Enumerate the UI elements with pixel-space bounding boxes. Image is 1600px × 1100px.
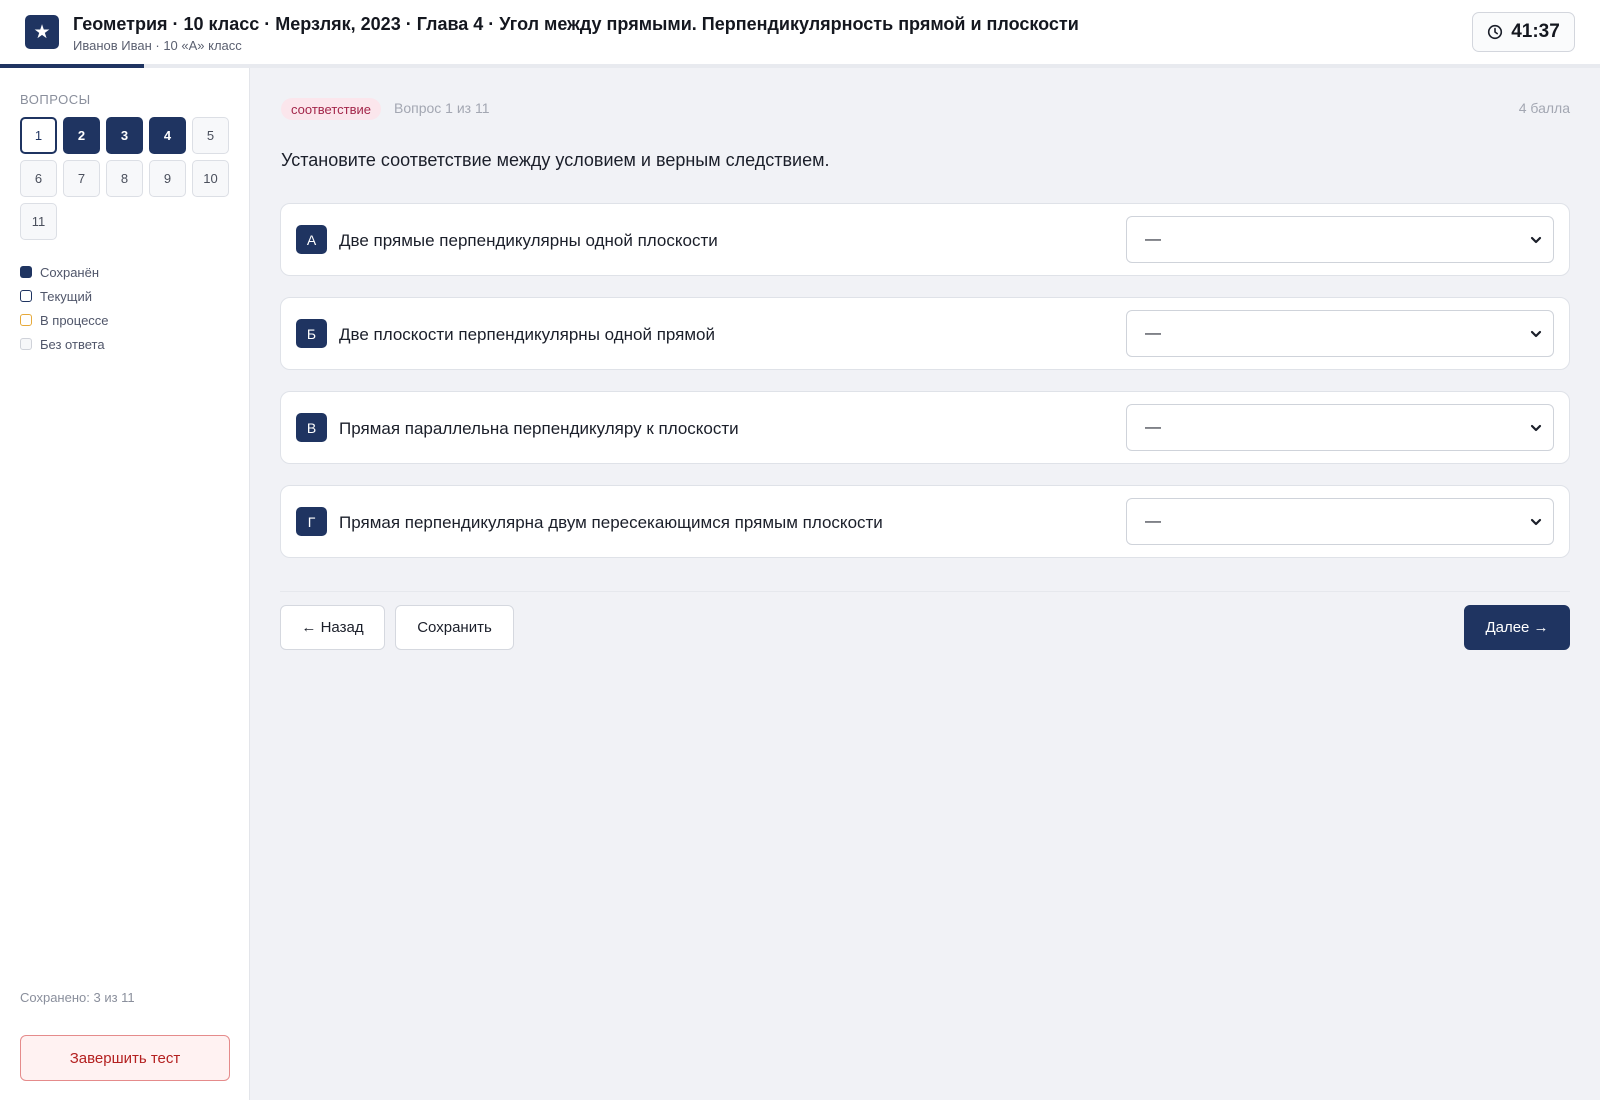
row-letter-badge: А [296,225,327,254]
legend-label: Без ответа [40,336,105,352]
question-nav-10[interactable]: 10 [192,160,229,197]
legend-swatch-empty [20,338,32,350]
row-condition-text: Две прямые перпендикулярны одной плоскос… [339,231,718,250]
legend-item-saved: Сохранён [20,260,109,284]
select-value: — [1145,324,1161,342]
next-button[interactable]: Далее → [1464,605,1570,650]
question-nav-9[interactable]: 9 [149,160,186,197]
legend-item-current: Текущий [20,284,109,308]
question-nav-2[interactable]: 2 [63,117,100,154]
question-panel: соответствие Вопрос 1 из 11 4 балла Уста… [250,68,1600,1100]
matching-list: А Две прямые перпендикулярны одной плоско… [280,203,1570,579]
chevron-down-icon [1530,518,1542,525]
legend-swatch-progress [20,314,32,326]
answer-select[interactable]: — [1126,216,1554,263]
question-nav-7[interactable]: 7 [63,160,100,197]
row-condition-text: Прямая параллельна перпендикуляру к плос… [339,419,739,438]
question-nav-4[interactable]: 4 [149,117,186,154]
row-letter-badge: Б [296,319,327,348]
legend-label: Сохранён [40,264,100,280]
questions-heading: Вопросы [20,92,91,107]
sidebar: Вопросы 1 2 3 4 5 6 7 8 9 10 11 Сохранён Текущий В п… [0,68,250,1100]
finish-test-button[interactable]: Завершить тест [20,1035,230,1081]
question-nav-11[interactable]: 11 [20,203,57,240]
match-row: А Две прямые перпендикулярны одной плоско… [280,203,1570,276]
answer-select[interactable]: — [1126,404,1554,451]
student-info: Иванов Иван · 10 «А» класс [73,38,242,53]
legend-item-progress: В процессе [20,308,109,332]
answer-select[interactable]: — [1126,310,1554,357]
select-value: — [1145,418,1161,436]
question-points: 4 балла [1518,100,1570,116]
legend-item-empty: Без ответа [20,332,109,356]
status-legend: Сохранён Текущий В процессе Без ответа [20,260,109,356]
test-title: Геометрия · 10 класс · Мерзляк, 2023 · Г… [73,14,1079,34]
question-nav-6[interactable]: 6 [20,160,57,197]
chevron-down-icon [1530,236,1542,243]
clock-icon [1488,24,1503,40]
question-nav-5[interactable]: 5 [192,117,229,154]
legend-label: Текущий [40,288,92,304]
question-counter: Вопрос 1 из 11 [394,100,490,116]
app-logo-star-icon: ★ [25,15,59,49]
saved-count: Сохранено: 3 из 11 [20,990,135,1005]
select-value: — [1145,512,1161,530]
legend-swatch-saved [20,266,32,278]
app-header: ★ Геометрия · 10 класс · Мерзляк, 2023 ·… [0,0,1600,65]
row-condition-text: Прямая перпендикулярна двум пересекающим… [339,513,883,532]
row-condition-text: Две плоскости перпендикулярны одной прям… [339,325,716,344]
question-type-badge: соответствие [281,98,381,120]
timer-value: 41:37 [1511,21,1560,42]
question-nav-8[interactable]: 8 [106,160,143,197]
question-nav-3[interactable]: 3 [106,117,143,154]
chevron-down-icon [1530,330,1542,337]
back-button[interactable]: ← Назад [280,605,385,650]
row-letter-badge: В [296,413,327,442]
answer-select[interactable]: — [1126,498,1554,545]
timer: 41:37 [1472,12,1575,52]
legend-label: В процессе [40,312,109,328]
save-button[interactable]: Сохранить [395,605,514,650]
chevron-down-icon [1530,424,1542,431]
match-row: Г Прямая перпендикулярна двум пересекающи… [280,485,1570,558]
match-row: Б Две плоскости перпендикулярны одной пря… [280,297,1570,370]
select-value: — [1145,230,1161,248]
row-letter-badge: Г [296,507,327,536]
question-text: Установите соответствие между условием и… [281,150,830,170]
legend-swatch-current [20,290,32,302]
match-row: В Прямая параллельна перпендикуляру к пло… [280,391,1570,464]
divider [280,591,1570,592]
question-navigator: 1 2 3 4 5 6 7 8 9 10 11 [20,117,240,240]
question-nav-1[interactable]: 1 [20,117,57,154]
